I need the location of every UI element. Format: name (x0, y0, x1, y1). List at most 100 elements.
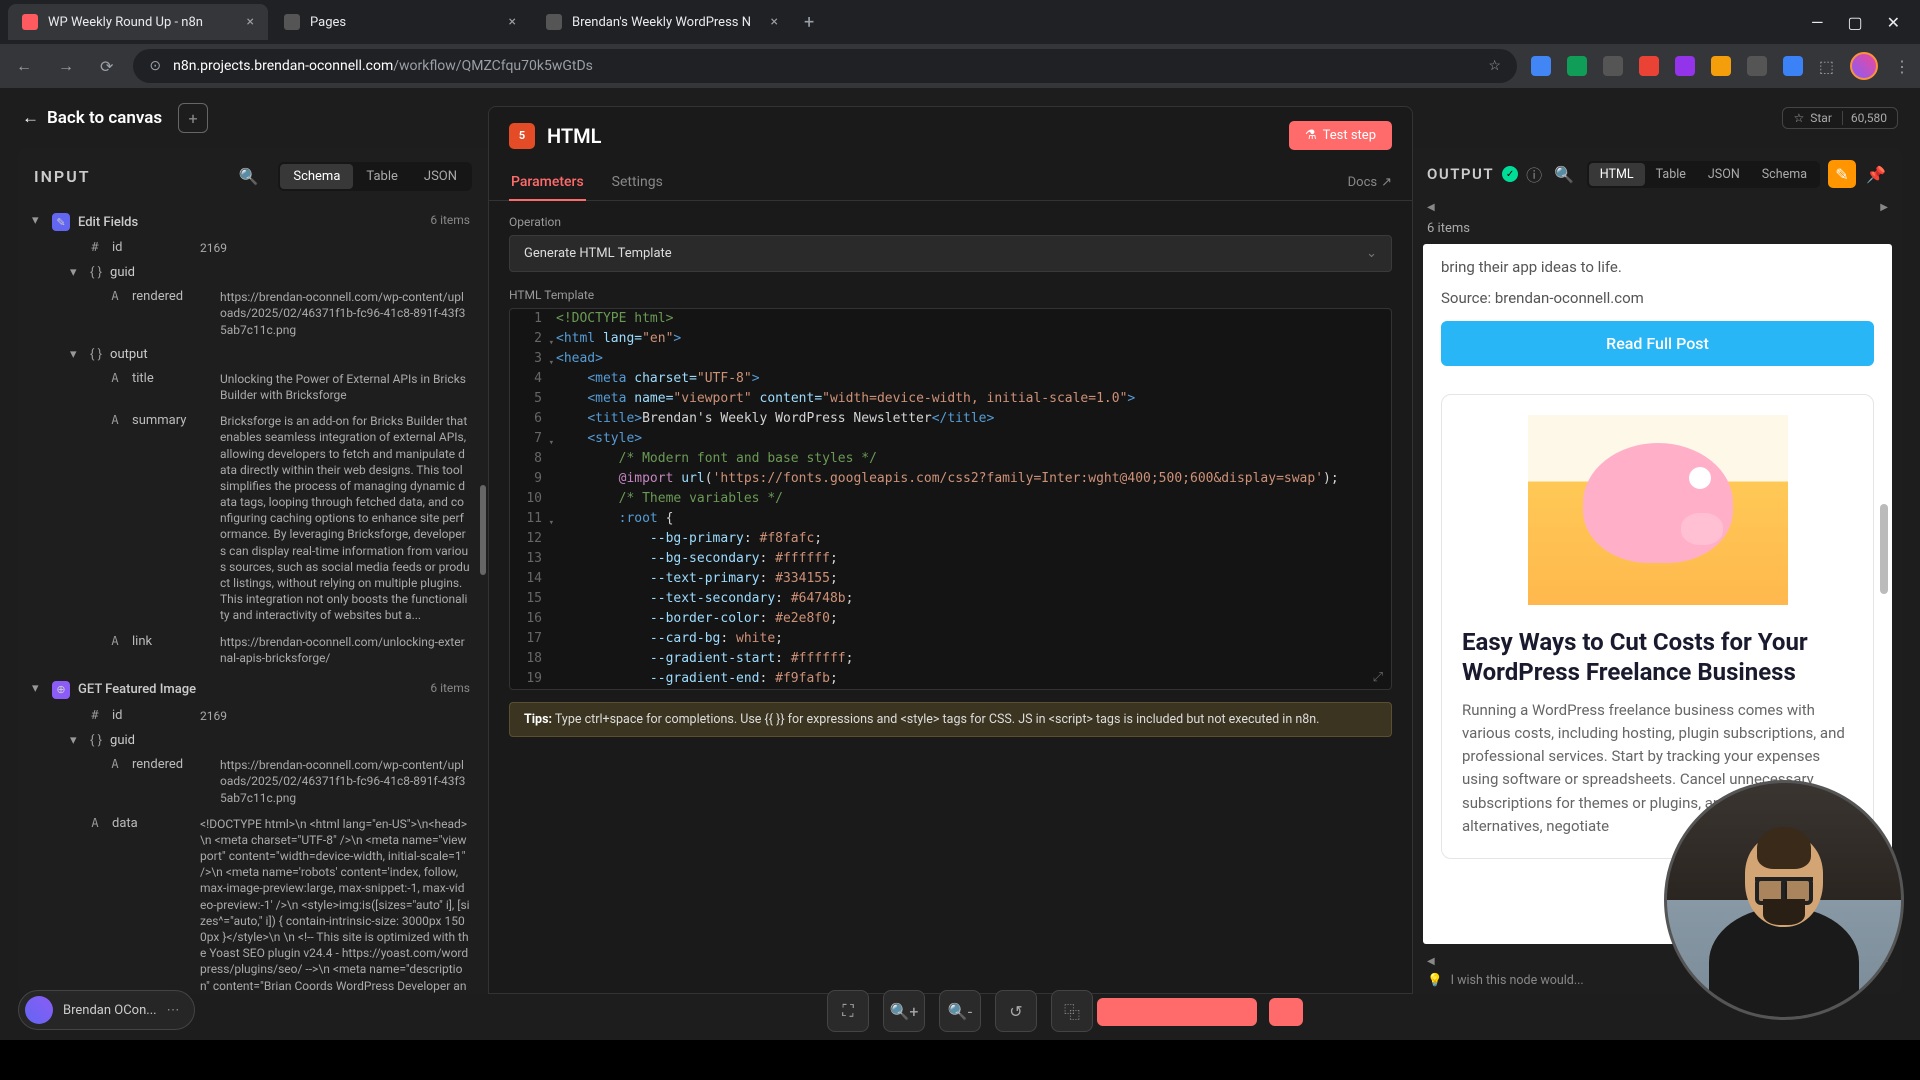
view-schema[interactable]: Schema (1751, 163, 1818, 186)
output-title: OUTPUT (1427, 165, 1494, 183)
extension-icon[interactable] (1747, 56, 1767, 76)
tab-favicon (546, 14, 562, 30)
read-post-button[interactable]: Read Full Post (1441, 321, 1874, 366)
zoom-out-button[interactable]: 🔍- (939, 990, 981, 1032)
search-icon[interactable]: 🔍 (238, 167, 258, 186)
chevron-left-icon: ← (22, 108, 39, 128)
reset-button[interactable]: ↺ (995, 990, 1037, 1032)
chevron-down-icon[interactable]: ▾ (32, 213, 44, 228)
card-title: Easy Ways to Cut Costs for Your WordPres… (1462, 627, 1853, 687)
bulb-icon: 💡 (1427, 973, 1443, 988)
chevron-down-icon[interactable]: ▾ (70, 733, 82, 748)
forward-icon[interactable]: → (52, 52, 80, 80)
back-to-canvas-button[interactable]: ← Back to canvas (22, 108, 162, 128)
edit-button[interactable]: ✎ (1828, 160, 1856, 188)
pin-button[interactable]: 📌 (1864, 165, 1888, 184)
node-icon: ✎ (52, 213, 70, 231)
docs-link[interactable]: Docs↗ (1348, 164, 1392, 200)
extension-icon[interactable] (1567, 56, 1587, 76)
chevron-down-icon: ⌄ (1366, 246, 1377, 261)
star-icon: ☆ (1793, 111, 1804, 125)
input-panel: INPUT 🔍 Schema Table JSON ▾ ✎Edit Fields… (18, 148, 488, 994)
site-info-icon[interactable]: ⊙ (149, 58, 161, 74)
tab-bar: WP Weekly Round Up - n8n × Pages × Brend… (0, 0, 1920, 44)
view-table[interactable]: Table (1645, 163, 1697, 186)
tab-title: Brendan's Weekly WordPress N (572, 15, 751, 30)
url-bar: ← → ⟳ ⊙ n8n.projects.brendan-oconnell.co… (0, 44, 1920, 88)
chevron-down-icon[interactable]: ▾ (70, 347, 82, 362)
tab-favicon (22, 14, 38, 30)
extension-icon[interactable] (1783, 56, 1803, 76)
more-icon[interactable]: ⋯ (167, 1003, 180, 1018)
bookmark-icon[interactable]: ☆ (1488, 58, 1501, 74)
preview-source: Source: brendan-oconnell.com (1441, 289, 1874, 307)
extension-icon[interactable] (1603, 56, 1623, 76)
chevron-down-icon[interactable]: ▾ (70, 265, 82, 280)
extensions-menu-icon[interactable]: ⬚ (1819, 57, 1834, 76)
operation-select[interactable]: Generate HTML Template ⌄ (509, 235, 1392, 272)
input-tree[interactable]: ▾ ✎Edit Fields 6 items #id2169 ▾{ }guid … (18, 205, 488, 994)
scrollbar[interactable] (480, 485, 486, 575)
close-window-icon[interactable]: ✕ (1887, 13, 1900, 32)
address-bar[interactable]: ⊙ n8n.projects.brendan-oconnell.com/work… (133, 49, 1516, 83)
success-icon: ✓ (1502, 166, 1518, 182)
add-node-button[interactable]: + (178, 103, 208, 133)
close-icon[interactable]: × (509, 14, 516, 30)
view-html[interactable]: HTML (1589, 163, 1645, 186)
tips-bar: Tips: Type ctrl+space for completions. U… (509, 702, 1392, 737)
new-tab-button[interactable]: + (794, 12, 824, 33)
extensions: ⬚ ⋮ (1531, 52, 1910, 80)
tab-title: WP Weekly Round Up - n8n (48, 15, 203, 30)
expand-icon[interactable]: ⤢ (1373, 670, 1383, 685)
scrollbar[interactable] (1880, 504, 1888, 594)
profile-avatar[interactable] (1850, 52, 1878, 80)
execute-button[interactable] (1097, 998, 1257, 1026)
user-pill[interactable]: Brendan OCon... ⋯ (18, 990, 195, 1030)
external-link-icon: ↗ (1381, 175, 1392, 190)
fit-view-button[interactable]: ⛶ (827, 990, 869, 1032)
user-name: Brendan OCon... (63, 1003, 157, 1018)
tidy-button[interactable]: ⿻ (1051, 990, 1093, 1032)
view-json[interactable]: JSON (411, 164, 470, 189)
search-icon[interactable]: 🔍 (1554, 165, 1574, 184)
github-star[interactable]: ☆ Star 60,580 (1782, 107, 1898, 129)
windows-taskbar[interactable] (0, 1040, 1920, 1080)
prev-icon[interactable]: ◀ (1427, 956, 1435, 967)
template-label: HTML Template (509, 288, 1392, 302)
extension-icon[interactable] (1711, 56, 1731, 76)
item-count: 6 items (1413, 213, 1902, 244)
reload-icon[interactable]: ⟳ (94, 53, 119, 80)
extension-icon[interactable] (1639, 56, 1659, 76)
preview-text: bring their app ideas to life. (1441, 256, 1874, 279)
zoom-in-button[interactable]: 🔍+ (883, 990, 925, 1032)
view-table[interactable]: Table (353, 164, 410, 189)
maximize-icon[interactable]: ▢ (1847, 13, 1862, 32)
browser-tab[interactable]: WP Weekly Round Up - n8n × (8, 4, 268, 40)
code-editor[interactable]: 1<!DOCTYPE html> 2▾<html lang="en"> 3▾<h… (509, 308, 1392, 690)
browser-tab[interactable]: Brendan's Weekly WordPress N × (532, 4, 792, 40)
extension-icon[interactable] (1675, 56, 1695, 76)
back-icon[interactable]: ← (10, 52, 38, 80)
tab-parameters[interactable]: Parameters (509, 164, 586, 200)
close-icon[interactable]: × (247, 14, 254, 30)
input-title: INPUT (34, 167, 91, 186)
view-schema[interactable]: Schema (280, 164, 353, 189)
info-icon[interactable]: ⓘ (1526, 162, 1542, 186)
next-icon[interactable]: ▶ (1880, 202, 1888, 213)
chevron-down-icon[interactable]: ▾ (32, 681, 44, 696)
close-icon[interactable]: × (771, 14, 778, 30)
feedback-input[interactable]: I wish this node would... (1451, 973, 1584, 988)
tab-settings[interactable]: Settings (610, 164, 665, 200)
browser-tab[interactable]: Pages × (270, 4, 530, 40)
card-image (1528, 415, 1788, 605)
menu-icon[interactable]: ⋮ (1894, 57, 1910, 76)
execute-options-button[interactable] (1269, 998, 1303, 1026)
back-label: Back to canvas (47, 108, 162, 128)
extension-icon[interactable] (1531, 56, 1551, 76)
operation-label: Operation (509, 215, 1392, 229)
webcam-bubble[interactable] (1664, 780, 1904, 1020)
minimize-icon[interactable]: — (1811, 13, 1824, 32)
prev-icon[interactable]: ◀ (1427, 202, 1435, 213)
globe-icon: ⊕ (52, 681, 70, 699)
view-json[interactable]: JSON (1697, 163, 1751, 186)
